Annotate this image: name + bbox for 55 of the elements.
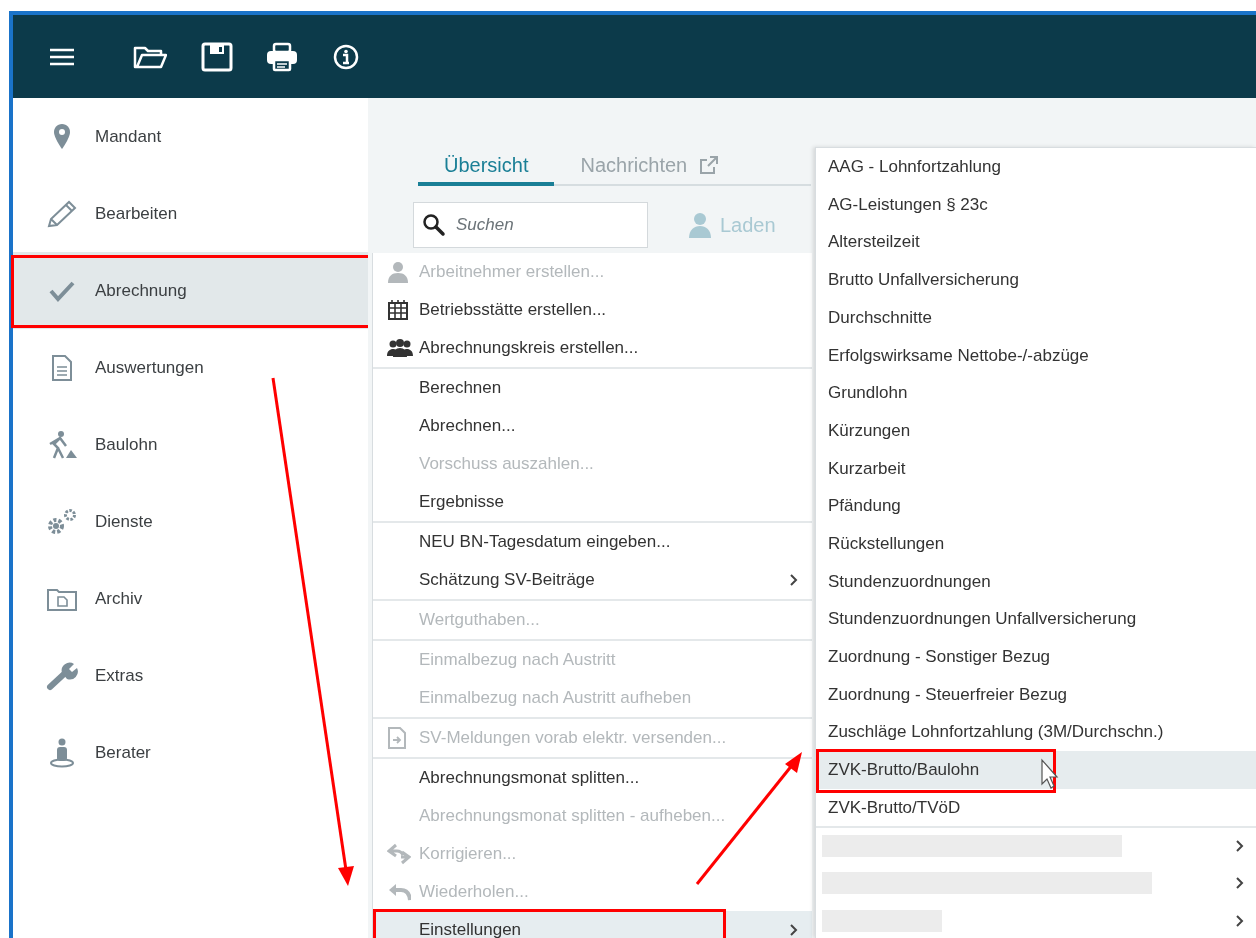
menu-icon[interactable] bbox=[49, 46, 75, 67]
reply-arrow-icon bbox=[387, 882, 411, 902]
submenu-item[interactable]: Brutto Unfallversicherung bbox=[816, 261, 1256, 299]
chevron-right-icon bbox=[790, 924, 798, 936]
person-icon bbox=[48, 737, 76, 768]
sidebar-item[interactable]: Abrechnung bbox=[13, 252, 368, 329]
submenu-item[interactable]: Rückstellungen bbox=[816, 524, 1256, 563]
submenu-item[interactable]: Stundenzuordnungen bbox=[816, 562, 1256, 601]
chevron-right-icon bbox=[790, 574, 798, 586]
wrench-icon bbox=[46, 660, 78, 691]
tab[interactable]: Übersicht bbox=[418, 148, 555, 186]
submenu-item[interactable]: AG-Leistungen § 23c bbox=[816, 185, 1256, 224]
submenu-item[interactable]: Durchschnitte bbox=[816, 298, 1256, 337]
search-field[interactable]: Suchen bbox=[413, 202, 648, 248]
menu-item[interactable]: Abrechnen... bbox=[373, 407, 812, 445]
submenu-item[interactable]: AAG - Lohnfortzahlung bbox=[816, 148, 1256, 186]
gears-icon bbox=[46, 507, 78, 536]
menu-item[interactable]: Abrechnungskreis erstellen... bbox=[373, 329, 812, 367]
submenu-item[interactable]: Grundlohn bbox=[816, 374, 1256, 412]
info-icon[interactable] bbox=[333, 43, 359, 70]
menu-item[interactable]: Betriebsstätte erstellen... bbox=[373, 291, 812, 329]
menu-item[interactable]: Schätzung SV-Beiträge bbox=[373, 561, 812, 599]
group-icon bbox=[387, 338, 413, 358]
person-icon bbox=[387, 261, 409, 283]
pencil-icon bbox=[46, 199, 78, 228]
submenu-item[interactable]: Altersteilzeit bbox=[816, 223, 1256, 262]
menu-item[interactable]: Abrechnungsmonat splitten... bbox=[373, 759, 812, 797]
menu-item[interactable]: Berechnen bbox=[373, 369, 812, 407]
swap-arrows-icon bbox=[387, 843, 411, 865]
location-pin-icon bbox=[52, 122, 72, 151]
document-arrow-icon bbox=[387, 726, 407, 750]
search-icon bbox=[422, 213, 446, 237]
checkmark-icon bbox=[49, 279, 75, 302]
submenu-item[interactable]: Kurzarbeit bbox=[816, 449, 1256, 488]
menu-item[interactable]: NEU BN-Tagesdatum eingeben... bbox=[373, 523, 812, 561]
submenu-item[interactable]: Zuordnung - Sonstiger Bezug bbox=[816, 637, 1256, 676]
chevron-right-icon bbox=[1236, 840, 1244, 853]
submenu-item[interactable]: Pfändung bbox=[816, 487, 1256, 525]
submenu-item[interactable]: Zuordnung - Steuerfreier Bezug bbox=[816, 675, 1256, 714]
menu-item[interactable]: Einstellungen bbox=[373, 911, 812, 938]
submenu-item[interactable]: Zuschläge Lohnfortzahlung (3M/Durchschn.) bbox=[816, 713, 1256, 751]
mouse-cursor-icon bbox=[1041, 758, 1059, 789]
submenu-item[interactable]: Kürzungen bbox=[816, 411, 1256, 450]
document-icon bbox=[50, 353, 74, 382]
print-icon[interactable] bbox=[265, 41, 299, 72]
person-icon bbox=[688, 212, 712, 238]
save-icon[interactable] bbox=[201, 41, 233, 72]
chevron-right-icon bbox=[1236, 914, 1244, 927]
calendar-icon bbox=[387, 299, 409, 321]
submenu-item[interactable]: ZVK-Brutto/TVöD bbox=[816, 788, 1256, 827]
submenu-item[interactable]: Erfolgswirksame Nettobe-/-abzüge bbox=[816, 336, 1256, 375]
submenu-item[interactable]: Stundenzuordnungen Unfallversicherung bbox=[816, 600, 1256, 638]
chevron-right-icon bbox=[1236, 876, 1244, 889]
external-link-icon bbox=[699, 155, 720, 175]
menu-item[interactable]: Ergebnisse bbox=[373, 483, 812, 521]
